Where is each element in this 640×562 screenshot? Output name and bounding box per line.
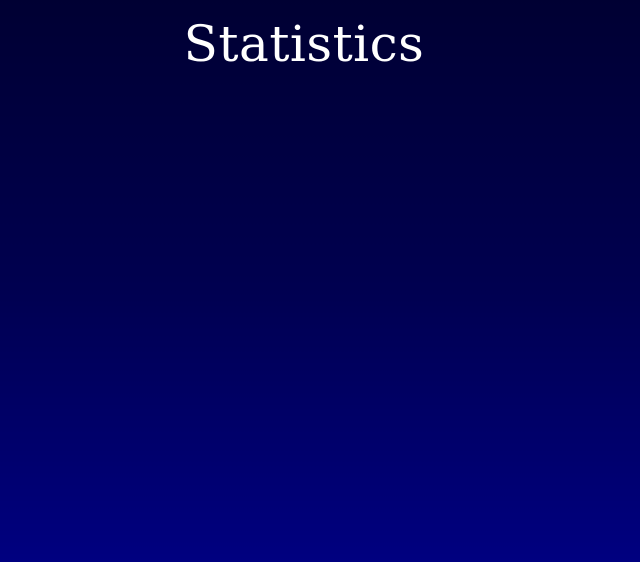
statistics-screen: Statistics [0, 0, 640, 562]
statistics-content-area [0, 90, 640, 562]
page-title: Statistics [183, 15, 425, 73]
